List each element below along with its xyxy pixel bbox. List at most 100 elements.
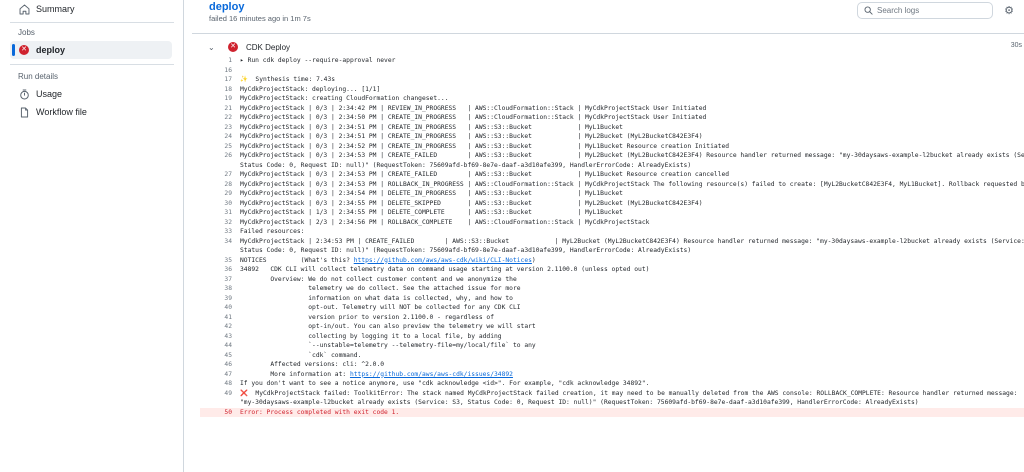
line-number[interactable]: 21 bbox=[200, 104, 232, 114]
line-number[interactable]: 16 bbox=[200, 66, 232, 76]
line-number[interactable]: 32 bbox=[200, 218, 232, 228]
log-content: opt-in/out. You can also preview the tel… bbox=[240, 323, 536, 330]
step-header[interactable]: ⌄ ✕ CDK Deploy 30s bbox=[200, 40, 1024, 54]
run-details-heading: Run details bbox=[18, 72, 59, 81]
log-line: 48 If you don't want to see a notice anym… bbox=[200, 379, 1024, 389]
log-content: 34892 CDK CLI will collect telemetry dat… bbox=[240, 266, 650, 273]
log-line: Status Code: 0, Request ID: null)" (Requ… bbox=[200, 246, 1024, 256]
log-line: 33 Failed resources: bbox=[200, 227, 1024, 237]
sparkles-icon: ✨ bbox=[240, 76, 248, 83]
log-line: 27 MyCdkProjectStack | 0/3 | 2:34:53 PM |… bbox=[200, 170, 1024, 180]
job-header: deploy failed 16 minutes ago in 1m 7s ⚙ bbox=[192, 0, 1024, 34]
line-number[interactable]: 46 bbox=[200, 360, 232, 370]
log-content: MyCdkProjectStack | 0/3 | 2:34:53 PM | C… bbox=[240, 171, 730, 178]
line-number[interactable]: 27 bbox=[200, 170, 232, 180]
log-text: If you don't want to see a notice anymor… bbox=[240, 379, 1024, 389]
line-number[interactable]: 18 bbox=[200, 85, 232, 95]
log-content: MyCdkProjectStack | 0/3 | 2:34:51 PM | C… bbox=[240, 123, 623, 131]
log-content: Overview: We do not collect customer con… bbox=[240, 275, 517, 283]
log-line: 43 collecting by logging it to a local f… bbox=[200, 332, 1024, 342]
sidebar-item-summary[interactable]: Summary bbox=[10, 0, 172, 18]
line-number[interactable]: 22 bbox=[200, 113, 232, 123]
log-line: 49 ❌ MyCdkProjectStack failed: ToolkitErr… bbox=[200, 389, 1024, 399]
line-number[interactable]: 37 bbox=[200, 275, 232, 285]
home-icon bbox=[18, 3, 30, 15]
log-line: 24 MyCdkProjectStack | 0/3 | 2:34:51 PM |… bbox=[200, 132, 1024, 142]
line-number[interactable]: 49 bbox=[200, 389, 232, 399]
line-number[interactable]: 26 bbox=[200, 151, 232, 161]
log-text: ✨ Synthesis time: 7.43s bbox=[240, 75, 1024, 85]
log-content: information on what data is collected, w… bbox=[240, 294, 513, 302]
line-number[interactable]: 36 bbox=[200, 265, 232, 275]
log-line: 1 ▸ Run cdk deploy --require-approval nev… bbox=[200, 56, 1024, 66]
search-icon bbox=[864, 2, 873, 20]
line-number[interactable]: 29 bbox=[200, 189, 232, 199]
log-content: MyCdkProjectStack | 1/3 | 2:34:55 PM | D… bbox=[240, 209, 623, 216]
log-text: MyCdkProjectStack | 0/3 | 2:34:55 PM | D… bbox=[240, 199, 1024, 209]
line-number[interactable]: 45 bbox=[200, 351, 232, 361]
log-content: MyCdkProjectStack | 0/3 | 2:34:55 PM | D… bbox=[240, 199, 703, 207]
log-link[interactable]: https://github.com/aws/aws-cdk/wiki/CLI-… bbox=[354, 257, 532, 264]
log-content: MyCdkProjectStack | 0/3 | 2:34:51 PM | C… bbox=[240, 133, 703, 140]
log-text: MyCdkProjectStack | 0/3 | 2:34:53 PM | C… bbox=[240, 151, 1024, 161]
log-line: 42 opt-in/out. You can also preview the … bbox=[200, 322, 1024, 332]
log-text: MyCdkProjectStack: deploying... [1/1] bbox=[240, 85, 1024, 95]
log-content: If you don't want to see a notice anymor… bbox=[240, 380, 650, 387]
log-line: 25 MyCdkProjectStack | 0/3 | 2:34:52 PM |… bbox=[200, 142, 1024, 152]
sidebar-item-label: deploy bbox=[36, 45, 66, 55]
line-number[interactable]: 33 bbox=[200, 227, 232, 237]
log-text: version prior to version 2.1100.0 - rega… bbox=[240, 313, 1024, 323]
line-number[interactable]: 41 bbox=[200, 313, 232, 323]
log-content: NOTICES (What's this? bbox=[240, 256, 354, 264]
line-number[interactable]: 28 bbox=[200, 180, 232, 190]
job-status-text: failed 16 minutes ago in 1m 7s bbox=[209, 14, 311, 23]
line-number[interactable]: 40 bbox=[200, 303, 232, 313]
log-text: MyCdkProjectStack | 0/3 | 2:34:51 PM | C… bbox=[240, 132, 1024, 142]
line-number[interactable]: 39 bbox=[200, 294, 232, 304]
log-text: `--unstable=telemetry --telemetry-file=m… bbox=[240, 341, 1024, 351]
line-number[interactable]: 50 bbox=[200, 408, 232, 418]
line-number[interactable]: 35 bbox=[200, 256, 232, 266]
log-text: MyCdkProjectStack | 0/3 | 2:34:51 PM | C… bbox=[240, 123, 1024, 133]
line-number[interactable]: 30 bbox=[200, 199, 232, 209]
sidebar-item-usage[interactable]: Usage bbox=[10, 85, 172, 103]
log-content: version prior to version 2.1100.0 - rega… bbox=[240, 313, 495, 321]
log-content: MyCdkProjectStack | 2/3 | 2:34:56 PM | R… bbox=[240, 218, 650, 226]
log-line: 38 telemetry we do collect. See the atta… bbox=[200, 284, 1024, 294]
log-content: MyCdkProjectStack | 2:34:53 PM | CREATE_… bbox=[240, 237, 1024, 245]
step-title: CDK Deploy bbox=[246, 42, 291, 52]
line-number[interactable]: 31 bbox=[200, 208, 232, 218]
gear-icon[interactable]: ⚙ bbox=[1002, 4, 1016, 18]
log-line: 26 MyCdkProjectStack | 0/3 | 2:34:53 PM |… bbox=[200, 151, 1024, 161]
line-number[interactable]: 24 bbox=[200, 132, 232, 142]
line-number[interactable]: 47 bbox=[200, 370, 232, 380]
log-line: 17 ✨ Synthesis time: 7.43s bbox=[200, 75, 1024, 85]
search-input[interactable] bbox=[877, 6, 982, 15]
line-number[interactable]: 38 bbox=[200, 284, 232, 294]
page-title: deploy bbox=[209, 1, 245, 13]
log-content: MyCdkProjectStack | 0/3 | 2:34:53 PM | R… bbox=[240, 180, 1024, 188]
line-number[interactable]: 1 bbox=[200, 56, 232, 66]
sidebar-item-workflow-file[interactable]: Workflow file bbox=[10, 103, 172, 121]
file-icon bbox=[18, 106, 30, 118]
line-number[interactable]: 43 bbox=[200, 332, 232, 342]
step-duration: 30s bbox=[1010, 42, 1022, 49]
line-number[interactable]: 25 bbox=[200, 142, 232, 152]
line-number[interactable]: 23 bbox=[200, 123, 232, 133]
line-number[interactable]: 44 bbox=[200, 341, 232, 351]
line-number[interactable]: 34 bbox=[200, 237, 232, 247]
log-text: "my-30daysaws-example-l2bucket already e… bbox=[240, 398, 1024, 408]
log-text: Failed resources: bbox=[240, 227, 1024, 237]
log-line: 21 MyCdkProjectStack | 0/3 | 2:34:42 PM |… bbox=[200, 104, 1024, 114]
log-text: opt-out. Telemetry will NOT be collected… bbox=[240, 303, 1024, 313]
sidebar-item-deploy[interactable]: ✕ deploy bbox=[10, 41, 172, 59]
line-number[interactable]: 42 bbox=[200, 322, 232, 332]
log-line: 47 More information at: https://github.c… bbox=[200, 370, 1024, 380]
jobs-heading: Jobs bbox=[18, 28, 35, 37]
search-logs-box[interactable] bbox=[857, 2, 993, 19]
line-number[interactable]: 19 bbox=[200, 94, 232, 104]
line-number[interactable]: 48 bbox=[200, 379, 232, 389]
stopwatch-icon bbox=[18, 88, 30, 100]
line-number[interactable]: 17 bbox=[200, 75, 232, 85]
log-link[interactable]: https://github.com/aws/aws-cdk/issues/34… bbox=[350, 371, 513, 378]
